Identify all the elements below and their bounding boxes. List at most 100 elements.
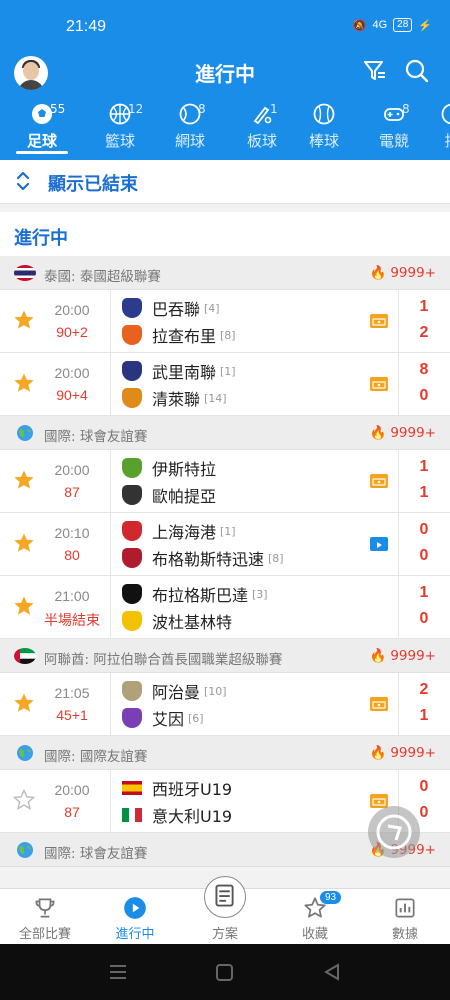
tab-baseball[interactable]: 棒球 xyxy=(294,98,354,156)
home-team-crest xyxy=(122,298,142,318)
live-icon[interactable] xyxy=(370,697,388,711)
plans-center-button[interactable] xyxy=(204,876,246,918)
floating-action-button[interactable] xyxy=(368,806,420,858)
league-header[interactable]: 阿聯酋: 阿拉伯聯合酋長國職業超級聯賽 🔥 9999+ xyxy=(0,639,450,673)
favorite-star-icon[interactable] xyxy=(12,691,36,715)
divider xyxy=(110,513,111,575)
divider xyxy=(398,576,399,638)
favorite-star-icon[interactable] xyxy=(12,788,36,812)
favorite-star-icon[interactable] xyxy=(12,468,36,492)
team-name: 歐帕提亞 xyxy=(152,487,217,506)
chart-icon xyxy=(392,895,418,921)
play-icon xyxy=(122,895,148,921)
nav-play[interactable]: 進行中 xyxy=(90,889,180,945)
match-minute: 87 xyxy=(64,804,80,820)
show-finished-toggle[interactable]: 顯示已結束 xyxy=(0,160,450,204)
mute-icon: 🔕 xyxy=(352,19,367,32)
team-name: 伊斯特拉 xyxy=(152,460,217,479)
volleyball-icon xyxy=(440,102,450,126)
fire-icon: 🔥 xyxy=(369,648,387,664)
league-header[interactable]: 國際: 國際友誼賽 🔥 9999+ xyxy=(0,736,450,770)
away-team-crest xyxy=(122,805,142,825)
match-row[interactable]: 20:00 87 伊斯特拉 歐帕提亞 1 1 xyxy=(0,450,450,513)
home-team-crest xyxy=(122,778,142,798)
hot-count: 🔥9999+ xyxy=(370,648,436,664)
favorite-star-icon[interactable] xyxy=(12,308,36,332)
live-icon[interactable] xyxy=(370,377,388,391)
away-team: 清萊聯 [14] xyxy=(122,386,227,410)
away-team-crest xyxy=(122,485,142,505)
team-name: 布格勒斯特迅速 xyxy=(152,550,265,569)
baseball-icon xyxy=(312,102,336,126)
team-name: 拉查布里 xyxy=(152,327,217,346)
hot-value: 9999+ xyxy=(390,745,436,761)
favorite-star-icon[interactable] xyxy=(12,531,36,555)
home-score: 8 xyxy=(419,361,429,378)
home-score: 1 xyxy=(419,298,429,315)
league-header[interactable]: 國際: 球會友誼賽 🔥9999+ xyxy=(0,416,450,450)
tab-basketball[interactable]: 12 籃球 xyxy=(90,98,150,156)
tab-label: 棒球 xyxy=(308,132,339,150)
favorite-star-icon[interactable] xyxy=(12,594,36,618)
nav-label: 收藏 xyxy=(301,927,328,942)
match-row[interactable]: 21:05 45+1 阿治曼 [10] 艾因 [6] 2 1 xyxy=(0,673,450,736)
filter-icon[interactable] xyxy=(362,58,388,84)
status-icons: 🔕 4G 28 ⚡ xyxy=(353,18,432,32)
divider xyxy=(398,353,399,415)
team-rank: [4] xyxy=(204,301,220,315)
divider xyxy=(110,673,111,735)
match-minute: 87 xyxy=(64,484,80,500)
menu-icon[interactable] xyxy=(110,965,126,979)
battery-icon: 28 xyxy=(393,18,413,32)
nav-star[interactable]: 93 收藏 xyxy=(270,889,360,945)
match-row[interactable]: 20:00 90+4 武里南聯 [1] 清萊聯 [14] 8 0 xyxy=(0,353,450,416)
back-icon[interactable] xyxy=(324,963,339,981)
status-bar: 21:49 🔕 4G 28 ⚡ xyxy=(0,0,450,52)
league-header[interactable]: 泰國: 泰國超級聯賽 🔥 9999+ xyxy=(0,256,450,290)
fire-icon: 🔥 xyxy=(369,425,387,441)
away-score: 0 xyxy=(419,610,429,627)
kickoff-time: 20:00 xyxy=(54,462,90,478)
team-rank: [14] xyxy=(204,391,227,405)
live-icon[interactable] xyxy=(370,314,388,328)
team-rank: [10] xyxy=(204,684,227,698)
team-rank: [3] xyxy=(252,587,268,601)
away-team: 布格勒斯特迅速 [8] xyxy=(122,546,284,570)
live-icon[interactable] xyxy=(370,474,388,488)
tab-count: 12 xyxy=(128,102,144,116)
charging-icon: ⚡ xyxy=(418,19,432,32)
team-name: 上海海港 xyxy=(152,523,217,542)
tab-label: 電競 xyxy=(378,132,409,150)
favorite-star-icon[interactable] xyxy=(12,371,36,395)
tab-tennis[interactable]: 8 網球 xyxy=(160,98,220,156)
home-team: 巴吞聯 [4] xyxy=(122,296,220,320)
away-team-crest xyxy=(122,325,142,345)
world-flag xyxy=(14,842,36,858)
tab-cricket[interactable]: 1 板球 xyxy=(232,98,292,156)
search-icon[interactable] xyxy=(404,58,430,84)
match-list[interactable]: 泰國: 泰國超級聯賽 🔥 9999+ 20:00 90+2 巴吞聯 [4] 拉查布里 [8] 1 2… xyxy=(0,256,450,888)
nav-trophy[interactable]: 全部比賽 xyxy=(0,889,90,945)
video-icon[interactable] xyxy=(370,537,388,551)
divider xyxy=(398,513,399,575)
match-row[interactable]: 20:10 80 上海海港 [1] 布格勒斯特迅速 [8] 0 0 xyxy=(0,513,450,576)
nav-chart[interactable]: 數據 xyxy=(360,889,450,945)
tab-label: 足球 xyxy=(26,132,57,150)
hot-value: 9999+ xyxy=(390,265,436,281)
home-team-crest xyxy=(122,681,142,701)
match-row[interactable]: 21:00 半場結束 布拉格斯巴達 [3] 波杜基林特 1 0 xyxy=(0,576,450,639)
match-row[interactable]: 20:00 90+2 巴吞聯 [4] 拉查布里 [8] 1 2 xyxy=(0,290,450,353)
section-header: 進行中 xyxy=(0,212,450,256)
system-navigation-bar xyxy=(0,944,450,1000)
show-finished-label: 顯示已結束 xyxy=(48,174,138,195)
away-team: 歐帕提亞 xyxy=(122,483,216,507)
team-name: 阿治曼 xyxy=(152,683,201,702)
home-icon[interactable] xyxy=(216,964,233,981)
world-flag xyxy=(14,425,36,441)
divider xyxy=(398,450,399,512)
tab-football[interactable]: 55 足球 xyxy=(12,98,72,156)
tab-volleyball[interactable]: 排 xyxy=(422,98,450,156)
tab-esports[interactable]: 8 電競 xyxy=(364,98,424,156)
signal-icon: 4G xyxy=(372,19,388,31)
expand-icon xyxy=(16,171,30,191)
